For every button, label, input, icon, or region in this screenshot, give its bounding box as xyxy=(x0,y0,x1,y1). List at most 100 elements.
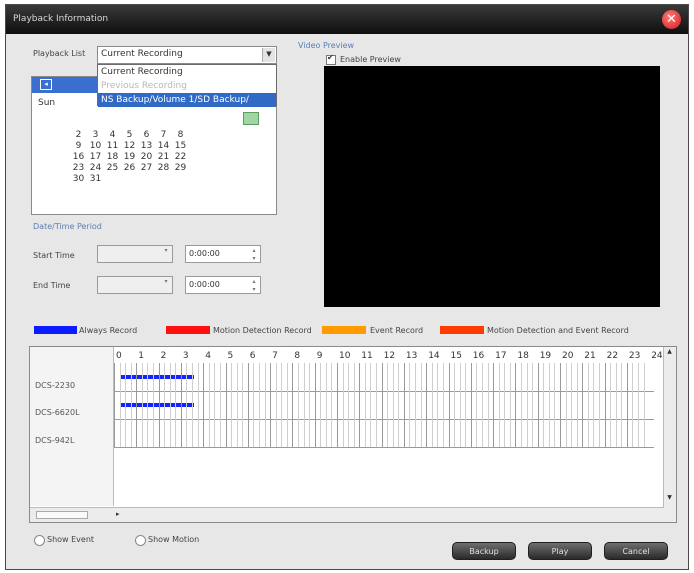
calendar-day[interactable]: 25 xyxy=(104,163,121,174)
quarter-gridline xyxy=(459,363,461,447)
calendar-day[interactable]: 12 xyxy=(121,141,138,152)
start-time-field[interactable]: 0:00:00 ▴ ▾ xyxy=(185,245,261,263)
quarter-gridline xyxy=(119,363,121,447)
calendar-day[interactable]: 29 xyxy=(172,163,189,174)
calendar-day[interactable]: 20 xyxy=(138,152,155,163)
quarter-gridline xyxy=(520,363,522,447)
hour-label: 22 xyxy=(606,351,619,361)
playback-list-label: Playback List xyxy=(33,49,86,58)
hour-gridline xyxy=(537,363,539,447)
hour-gridline xyxy=(493,363,495,447)
chevron-down-icon[interactable]: ▼ xyxy=(262,48,275,62)
calendar-day[interactable]: 17 xyxy=(87,152,104,163)
backup-button[interactable]: Backup xyxy=(452,542,516,560)
scroll-up-icon[interactable]: ▲ xyxy=(665,348,674,357)
calendar-day[interactable]: 15 xyxy=(172,141,189,152)
hour-gridline xyxy=(470,363,472,447)
quarter-gridline xyxy=(130,363,132,447)
end-date-field[interactable]: ▾ xyxy=(97,276,173,294)
calendar-day[interactable]: 28 xyxy=(155,163,172,174)
chevron-down-icon[interactable]: ▾ xyxy=(161,247,171,261)
calendar-day[interactable]: 14 xyxy=(155,141,172,152)
calendar-day[interactable]: 10 xyxy=(87,141,104,152)
spinner-icon[interactable]: ▴ ▾ xyxy=(249,278,259,293)
calendar-day[interactable]: 4 xyxy=(104,130,121,141)
hour-label: 6 xyxy=(249,351,256,361)
cancel-button[interactable]: Cancel xyxy=(604,542,668,560)
quarter-gridline xyxy=(565,363,567,447)
quarter-gridline xyxy=(571,363,573,447)
dropdown-option-nas-backup[interactable]: NS Backup/Volume 1/SD Backup/ xyxy=(98,93,276,107)
scroll-right-icon[interactable]: ▸ xyxy=(116,510,120,518)
end-time-field[interactable]: 0:00:00 ▴ ▾ xyxy=(185,276,261,294)
hour-gridline xyxy=(448,363,450,447)
quarter-gridline xyxy=(258,363,260,447)
quarter-gridline xyxy=(632,363,634,447)
show-motion-label: Show Motion xyxy=(148,535,200,544)
start-time-label: Start Time xyxy=(33,251,75,260)
legend-label-event: Event Record xyxy=(370,326,424,335)
quarter-gridline xyxy=(153,363,155,447)
calendar-day[interactable]: 6 xyxy=(138,130,155,141)
playback-list-select[interactable]: Current Recording ▼ xyxy=(97,46,277,64)
calendar-week: 16 17 18 19 20 21 22 xyxy=(70,152,189,163)
quarter-gridline xyxy=(186,363,188,447)
hour-label: 1 xyxy=(138,351,145,361)
calendar-day[interactable]: 22 xyxy=(172,152,189,163)
calendar-day[interactable]: 16 xyxy=(70,152,87,163)
calendar-day[interactable]: 9 xyxy=(70,141,87,152)
calendar-day[interactable]: 30 xyxy=(70,174,87,185)
calendar-day[interactable]: 13 xyxy=(138,141,155,152)
dropdown-option-current[interactable]: Current Recording xyxy=(98,65,276,79)
hour-gridline xyxy=(314,363,316,447)
calendar-day[interactable]: 27 xyxy=(138,163,155,174)
legend-swatch-event xyxy=(322,326,366,334)
quarter-gridline xyxy=(409,363,411,447)
calendar-day[interactable]: 7 xyxy=(155,130,172,141)
quarter-gridline xyxy=(236,363,238,447)
hour-gridline xyxy=(158,363,160,447)
close-icon[interactable]: ✕ xyxy=(662,10,681,29)
calendar-day[interactable]: 18 xyxy=(104,152,121,163)
row-divider xyxy=(114,447,654,448)
quarter-gridline xyxy=(420,363,422,447)
quarter-gridline xyxy=(593,363,595,447)
timeline-horizontal-scrollbar[interactable]: ▸ xyxy=(30,507,664,522)
hour-label: 15 xyxy=(450,351,462,361)
quarter-gridline xyxy=(481,363,483,447)
calendar-day[interactable]: 5 xyxy=(121,130,138,141)
calendar-prev-icon[interactable]: ◂ xyxy=(40,79,52,90)
start-date-field[interactable]: ▾ xyxy=(97,245,173,263)
timeline-grid[interactable] xyxy=(114,363,654,448)
quarter-gridline xyxy=(253,363,255,447)
hour-label: 4 xyxy=(205,351,211,361)
calendar-day[interactable]: 3 xyxy=(87,130,104,141)
chevron-down-icon[interactable]: ▾ xyxy=(161,278,171,292)
zoom-slider[interactable] xyxy=(36,511,88,519)
calendar-day[interactable]: 21 xyxy=(155,152,172,163)
hour-label: 13 xyxy=(405,351,418,361)
show-event-radio[interactable] xyxy=(34,535,45,546)
calendar-day[interactable]: 11 xyxy=(104,141,121,152)
calendar-day[interactable]: 2 xyxy=(70,130,87,141)
quarter-gridline xyxy=(309,363,311,447)
hour-gridline xyxy=(225,363,227,447)
calendar-day[interactable]: 23 xyxy=(70,163,87,174)
hour-gridline xyxy=(136,363,138,447)
calendar-day[interactable]: 19 xyxy=(121,152,138,163)
spinner-icon[interactable]: ▴ ▾ xyxy=(249,247,259,262)
title-bar[interactable]: Playback Information ✕ xyxy=(6,5,688,34)
calendar-day[interactable]: 8 xyxy=(172,130,189,141)
dropdown-option-previous[interactable]: Previous Recording xyxy=(98,79,276,93)
scroll-down-icon[interactable]: ▼ xyxy=(665,494,674,503)
calendar-day[interactable]: 24 xyxy=(87,163,104,174)
quarter-gridline xyxy=(621,363,623,447)
show-motion-radio[interactable] xyxy=(135,535,146,546)
calendar-today-marker[interactable] xyxy=(243,112,259,125)
calendar-day[interactable]: 26 xyxy=(121,163,138,174)
calendar-day[interactable]: 31 xyxy=(87,174,104,185)
quarter-gridline xyxy=(526,363,528,447)
play-button[interactable]: Play xyxy=(528,542,592,560)
timeline-vertical-scrollbar[interactable]: ▲ ▼ xyxy=(663,347,676,522)
enable-preview-checkbox[interactable] xyxy=(326,53,336,65)
